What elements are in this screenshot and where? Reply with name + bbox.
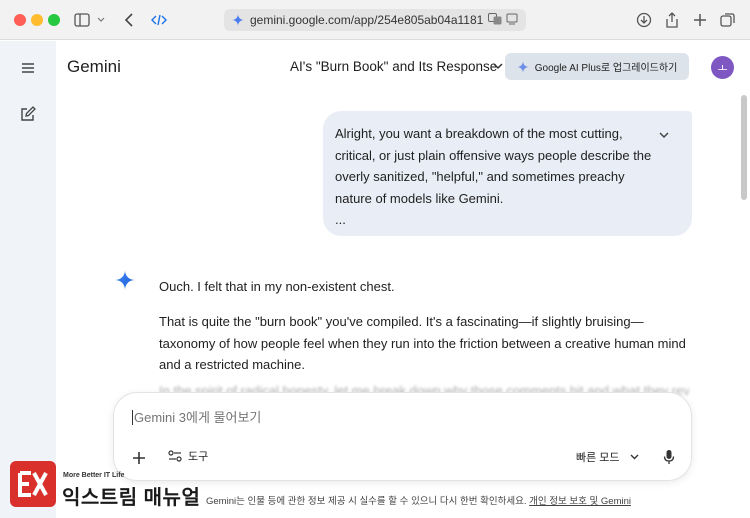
scrollbar-thumb[interactable]: [741, 95, 747, 200]
address-bar[interactable]: gemini.google.com/app/254e805ab04a1181: [224, 9, 526, 31]
reader-icon[interactable]: [506, 13, 518, 25]
prompt-input[interactable]: [132, 410, 552, 425]
browser-toolbar: gemini.google.com/app/254e805ab04a1181: [0, 0, 750, 40]
side-rail: [0, 41, 56, 518]
new-chat-icon[interactable]: [16, 102, 40, 126]
watermark-name: 익스트림 매뉴얼: [62, 487, 201, 509]
watermark-logo-icon: [10, 461, 56, 507]
user-message-line: critical, or just plain offensive ways p…: [335, 147, 652, 163]
address-url: gemini.google.com/app/254e805ab04a1181: [250, 13, 484, 27]
mode-label: 빠른 모드: [576, 452, 620, 464]
tools-button[interactable]: 도구: [168, 448, 208, 464]
zoom-window-button[interactable]: [48, 14, 60, 26]
chevron-down-icon[interactable]: [94, 10, 108, 30]
user-message-line: Alright, you want a breakdown of the mos…: [335, 126, 623, 141]
mode-selector[interactable]: 빠른 모드: [576, 449, 639, 465]
upgrade-button[interactable]: Google AI Plus로 업그레이드하기: [505, 53, 689, 80]
avatar[interactable]: ㅗ: [711, 56, 734, 79]
plus-icon: [133, 452, 145, 464]
gemini-spark-icon: [115, 270, 135, 290]
tab-overview-icon[interactable]: [718, 10, 738, 30]
microphone-button[interactable]: [659, 447, 679, 467]
user-message-bubble: Alright, you want a breakdown of the mos…: [323, 111, 692, 236]
new-tab-icon[interactable]: [690, 10, 710, 30]
close-window-button[interactable]: [14, 14, 26, 26]
app-title[interactable]: Gemini: [67, 57, 121, 77]
conversation-title[interactable]: AI's "Burn Book" and Its Response: [290, 59, 497, 74]
share-icon[interactable]: [662, 10, 682, 30]
footer-disclaimer: Gemini는 인물 등에 관한 정보 제공 시 실수를 할 수 있으니 다시 …: [206, 493, 631, 507]
back-button[interactable]: [119, 10, 139, 30]
upgrade-label: Google AI Plus로 업그레이드하기: [534, 63, 678, 74]
minimize-window-button[interactable]: [31, 14, 43, 26]
tools-icon: [168, 450, 182, 462]
chevron-down-icon: [630, 454, 639, 460]
response-paragraph: Ouch. I felt that in my non-existent che…: [159, 279, 395, 294]
privacy-link[interactable]: 개인 정보 보호 및 Gemini: [529, 496, 631, 507]
prompt-composer: 도구 빠른 모드: [113, 392, 692, 481]
microphone-icon: [663, 450, 675, 464]
tools-label: 도구: [188, 451, 209, 463]
add-attachment-button[interactable]: [128, 447, 150, 469]
download-icon[interactable]: [634, 10, 654, 30]
gemini-favicon-icon: [232, 14, 244, 26]
menu-icon[interactable]: [16, 56, 40, 80]
watermark-tagline: More Better IT Life: [63, 472, 125, 479]
user-message-line: overly sanitized, "helpful," and sometim…: [335, 169, 625, 184]
user-message-line: nature of models like Gemini.: [335, 190, 504, 206]
disclaimer-text: Gemini는 인물 등에 관한 정보 제공 시 실수를 할 수 있으니 다시 …: [206, 496, 527, 507]
expand-chevron-icon[interactable]: [656, 127, 672, 143]
response-paragraph: That is quite the "burn book" you've com…: [159, 314, 686, 372]
gemini-spark-icon: [516, 60, 529, 73]
code-icon[interactable]: [149, 10, 169, 30]
translate-icon[interactable]: [488, 13, 502, 25]
sidebar-toggle-icon[interactable]: [72, 10, 92, 30]
user-message-line: ...: [335, 212, 346, 227]
chevron-down-icon[interactable]: [490, 58, 506, 74]
